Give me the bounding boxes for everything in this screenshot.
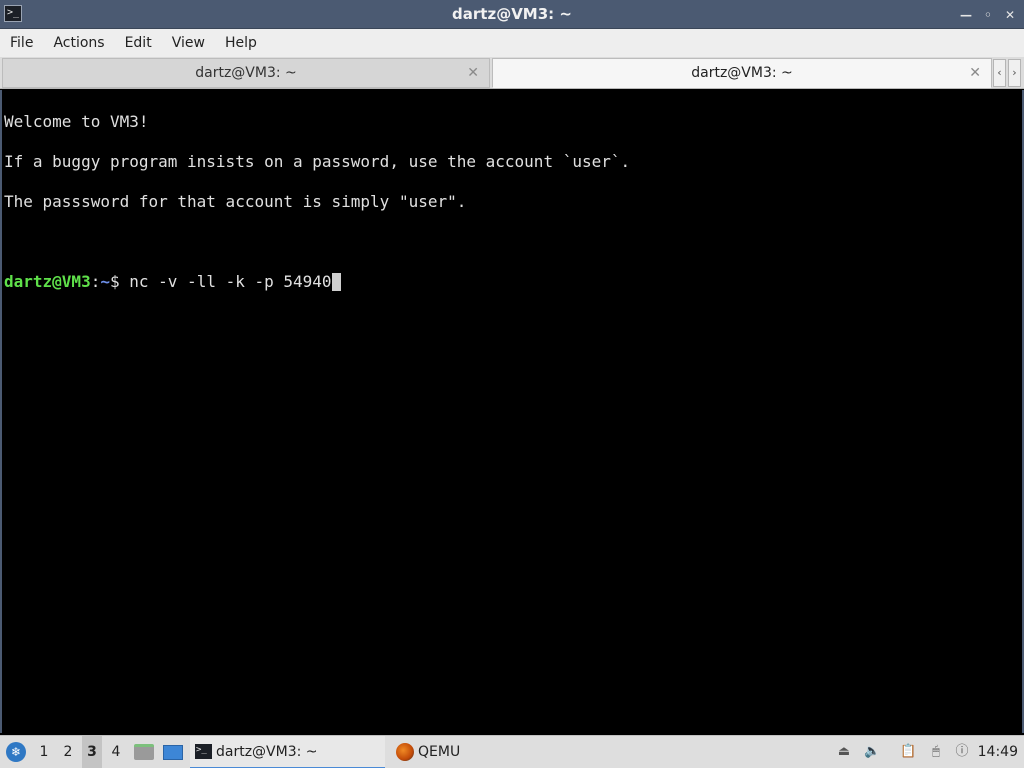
tab-label: dartz@VM3: ~ [195,65,297,81]
network-icon[interactable]: 🖱 [928,744,944,760]
workspace-1[interactable]: 1 [34,736,54,768]
command-text: nc -v -ll -k -p 54940 [119,272,332,291]
close-tab-icon[interactable]: ✕ [969,59,981,87]
terminal-icon: >_ [195,744,212,759]
workspace-2[interactable]: 2 [58,736,78,768]
prompt-path: ~ [100,272,110,291]
menu-view[interactable]: View [162,29,215,57]
scroll-tabs-left-icon[interactable]: ‹ [993,59,1006,87]
menu-file[interactable]: File [0,29,43,57]
tab-terminal-1[interactable]: dartz@VM3: ~ ✕ [2,58,490,88]
terminal-line: Welcome to VM3! [4,112,149,131]
menu-actions[interactable]: Actions [43,29,114,57]
tab-terminal-2[interactable]: dartz@VM3: ~ ✕ [492,58,992,88]
clipboard-icon[interactable]: 📋 [900,744,916,760]
qemu-icon [396,743,414,761]
task-label: QEMU [418,744,461,760]
terminal-output[interactable]: Welcome to VM3! If a buggy program insis… [0,90,1024,733]
start-menu-icon[interactable]: ❄ [6,742,26,762]
task-qemu[interactable]: QEMU [394,736,460,768]
notification-icon[interactable]: ⓘ [954,744,970,760]
prompt-symbol: $ [109,272,120,291]
terminal-line: The passsword for that account is simply… [4,192,467,211]
clock[interactable]: 14:49 [978,736,1018,768]
prompt-user-host: dartz@VM3 [4,272,91,291]
maximize-icon[interactable]: ◦ [980,8,996,22]
task-label: dartz@VM3: ~ [216,744,318,760]
taskbar: ❄ 1 2 3 4 >_ dartz@VM3: ~ QEMU ⏏ 🔈 📋 🖱 ⓘ… [0,735,1024,768]
close-icon[interactable]: ✕ [1002,8,1018,22]
close-tab-icon[interactable]: ✕ [467,59,479,87]
workspace-4[interactable]: 4 [106,736,126,768]
tab-bar: dartz@VM3: ~ ✕ dartz@VM3: ~ ✕ ‹ › [0,57,1024,89]
volume-icon[interactable]: 🔈 [864,744,880,760]
show-desktop-icon[interactable] [163,745,183,760]
menu-help[interactable]: Help [215,29,267,57]
file-manager-icon[interactable] [134,744,154,760]
window-title: dartz@VM3: ~ [452,5,572,23]
eject-icon[interactable]: ⏏ [836,744,852,760]
menu-bar: File Actions Edit View Help [0,29,1024,57]
minimize-icon[interactable]: — [958,8,974,22]
window-titlebar: >_ dartz@VM3: ~ — ◦ ✕ [0,0,1024,29]
menu-edit[interactable]: Edit [115,29,162,57]
prompt-line: dartz@VM3:~$ nc -v -ll -k -p 54940 [4,272,1022,292]
tab-label: dartz@VM3: ~ [691,65,793,81]
workspace-3[interactable]: 3 [82,736,102,768]
task-terminal[interactable]: >_ dartz@VM3: ~ [190,736,385,768]
text-cursor [331,273,341,291]
scroll-tabs-right-icon[interactable]: › [1008,59,1021,87]
terminal-line: If a buggy program insists on a password… [4,152,631,171]
prompt-colon: : [90,272,101,291]
